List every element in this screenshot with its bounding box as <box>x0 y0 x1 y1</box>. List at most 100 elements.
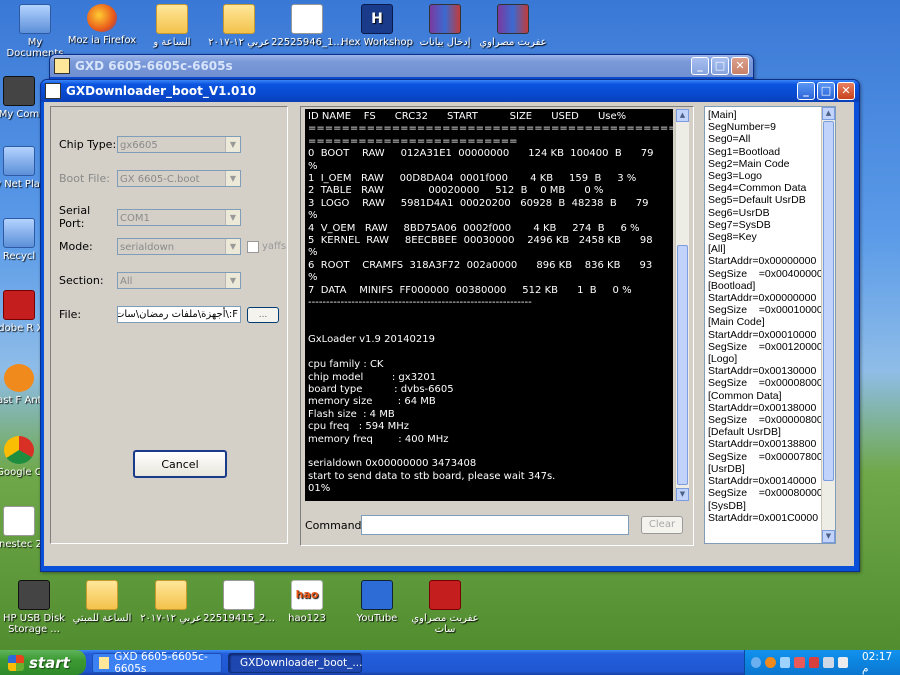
info-line: [Main] <box>708 109 737 121</box>
desktop-icon-rar[interactable]: إدخال بيانات <box>408 4 482 48</box>
desktop-icon-folder[interactable]: الساعة للمبتي <box>65 580 139 624</box>
console-line: 2 TABLE RAW 00020000 512 B 0 MB 0 % <box>308 185 604 197</box>
app-icon <box>45 83 61 99</box>
info-line: StartAddr=0x001C0000 <box>708 511 819 524</box>
desktop-icon-folder[interactable]: عربي ١٢-٢٠١٧ <box>202 4 276 48</box>
console-line: 3 LOGO RAW 5981D4A1 00020200 60928 B 482… <box>308 197 649 209</box>
maximize-button[interactable]: □ <box>711 57 729 75</box>
console-output[interactable]: ID NAME FS CRC32 START SIZE USED Use% ===… <box>305 109 673 501</box>
folder-icon <box>99 656 110 669</box>
desktop-icon-firefox[interactable]: Moz ia Firefox <box>65 4 139 46</box>
avast-icon[interactable] <box>765 657 776 668</box>
chip-type-value: gx6605 <box>120 140 158 151</box>
clock[interactable]: 02:17 م <box>862 651 900 675</box>
back-window-titlebar[interactable]: GXD 6605-6605c-6605s _ □ ✕ <box>50 55 753 77</box>
desktop-icon-hex-workshop[interactable]: H Hex Workshop <box>340 4 414 48</box>
desktop-icon-hp-usb[interactable]: HP USB Disk Storage ... <box>0 580 71 635</box>
scroll-up-arrow[interactable]: ▲ <box>822 107 835 120</box>
segment-info-panel[interactable]: [Main] SegNumber=9 Seg0=All Seg1=Bootload Se… <box>704 106 836 544</box>
main-window[interactable]: GXDownloader_boot_V1.010 _ □ ✕ Chip Type… <box>40 79 860 572</box>
desktop-icon-my-documents[interactable]: My Documents <box>0 4 72 59</box>
desktop-icon-youtube[interactable]: YouTube <box>340 580 414 624</box>
scroll-up-arrow[interactable]: ▲ <box>676 109 689 122</box>
usb-icon <box>18 580 50 610</box>
desktop-icon-file[interactable]: 22525946_1... <box>270 4 344 48</box>
console-line: memory freq : 400 MHz <box>308 433 449 445</box>
main-window-titlebar[interactable]: GXDownloader_boot_V1.010 _ □ ✕ <box>41 80 859 102</box>
section-select[interactable]: All ▼ <box>117 272 241 289</box>
desktop-icon-folder[interactable]: عربي ١٢-٢٠١٧ <box>134 580 208 624</box>
console-scrollbar[interactable]: ▲ ▼ <box>675 109 689 501</box>
serial-port-select[interactable]: COM1 ▼ <box>117 208 241 226</box>
users-icon[interactable] <box>794 657 805 668</box>
taskbar-item-label: GXD 6605-6605c-6605s <box>114 650 208 675</box>
browse-button[interactable]: ... <box>247 306 279 323</box>
scroll-down-arrow[interactable]: ▼ <box>822 530 835 543</box>
info-scrollbar[interactable]: ▲ ▼ <box>821 107 835 543</box>
folder-icon <box>223 4 255 34</box>
system-tray: 02:17 م <box>744 650 900 675</box>
taskbar-item-gxdownloader[interactable]: GXDownloader_boot_... <box>228 652 363 673</box>
mode-select[interactable]: serialdown ▼ <box>117 238 241 255</box>
speaker-icon[interactable] <box>837 657 848 668</box>
minimize-button[interactable]: _ <box>797 82 815 100</box>
file-path-input[interactable]: F:\أجهزة\ملفات رمضان\سات <box>117 306 241 323</box>
info-line: StartAddr=0x00000000 <box>708 255 817 268</box>
security-icon[interactable] <box>808 657 820 668</box>
desktop-icon-hao123[interactable]: hao hao123 <box>270 580 344 624</box>
console-line: % <box>308 272 318 284</box>
chip-type-select[interactable]: gx6605 ▼ <box>117 136 241 153</box>
firefox-icon <box>87 4 117 32</box>
desktop-icon-app[interactable]: عفريت مصراوي سات <box>408 580 482 635</box>
desktop-icon-folder[interactable]: الساعة و <box>135 4 209 48</box>
hex-icon: H <box>361 4 393 34</box>
command-input[interactable] <box>361 515 629 535</box>
console-line: 4 V_OEM RAW 8BD75A06 0002f000 4 KB 274 B… <box>308 222 640 234</box>
chevron-down-icon[interactable]: ▼ <box>225 239 240 254</box>
serial-port-value: COM1 <box>120 212 150 224</box>
info-line: StartAddr=0x00138000 <box>708 401 817 414</box>
pdf-icon <box>3 290 35 320</box>
chevron-down-icon[interactable]: ▼ <box>225 171 240 186</box>
info-line: SegSize =0x00400000 <box>708 267 822 280</box>
chevron-down-icon[interactable]: ▼ <box>225 273 240 288</box>
info-line: SegSize =0x00120000 <box>708 340 822 353</box>
taskbar-item-label: GXDownloader_boot_... <box>240 656 363 669</box>
console-line: 7 DATA MINIFS FF000000 00380000 512 KB 1… <box>308 284 632 296</box>
desktop-icon-label: الساعة و <box>153 37 191 48</box>
desktop-icon-rar[interactable]: عفريت مصراوي <box>476 4 550 48</box>
minimize-button[interactable]: _ <box>691 57 709 75</box>
console-line: % <box>308 247 318 259</box>
network-icon[interactable] <box>779 657 791 668</box>
cancel-button[interactable]: Cancel <box>133 450 227 478</box>
scroll-down-arrow[interactable]: ▼ <box>676 488 689 501</box>
close-button[interactable]: ✕ <box>837 82 855 100</box>
desktop-icon-file[interactable]: 22519415_2... <box>202 580 276 624</box>
console-line: ----------------------------------------… <box>308 297 532 309</box>
rar-icon <box>429 4 461 34</box>
back-window-title: GXD 6605-6605c-6605s <box>75 59 233 73</box>
boot-file-select[interactable]: GX 6605-C.boot ▼ <box>117 170 241 187</box>
clear-button[interactable]: Clear <box>641 516 683 534</box>
taskbar: start GXD 6605-6605c-6605s GXDownloader_… <box>0 650 900 675</box>
close-button[interactable]: ✕ <box>731 57 749 75</box>
serial-port-label: Serial Port: <box>59 204 91 230</box>
chevron-down-icon[interactable]: ▼ <box>225 209 240 225</box>
command-label: Command: <box>305 518 366 532</box>
chevron-down-icon[interactable]: ▼ <box>225 137 240 152</box>
desktop-icon-label: إدخال بيانات <box>419 37 471 48</box>
info-line: Seg2=Main Code <box>708 157 790 170</box>
monitor-icon[interactable] <box>823 657 834 668</box>
tray-arrow-icon[interactable] <box>751 657 762 668</box>
taskbar-item-gxd[interactable]: GXD 6605-6605c-6605s <box>92 650 222 675</box>
section-row: Section: All ▼ <box>59 272 241 289</box>
yaffs-checkbox[interactable] <box>247 240 259 253</box>
desktop-icon-label: hao123 <box>288 613 326 624</box>
info-line: [Logo] <box>708 353 738 366</box>
scroll-thumb[interactable] <box>677 245 688 485</box>
desktop-icon-label: 22519415_2... <box>203 613 275 624</box>
start-button[interactable]: start <box>0 650 86 675</box>
maximize-button[interactable]: □ <box>817 82 835 100</box>
scroll-thumb[interactable] <box>823 121 834 481</box>
